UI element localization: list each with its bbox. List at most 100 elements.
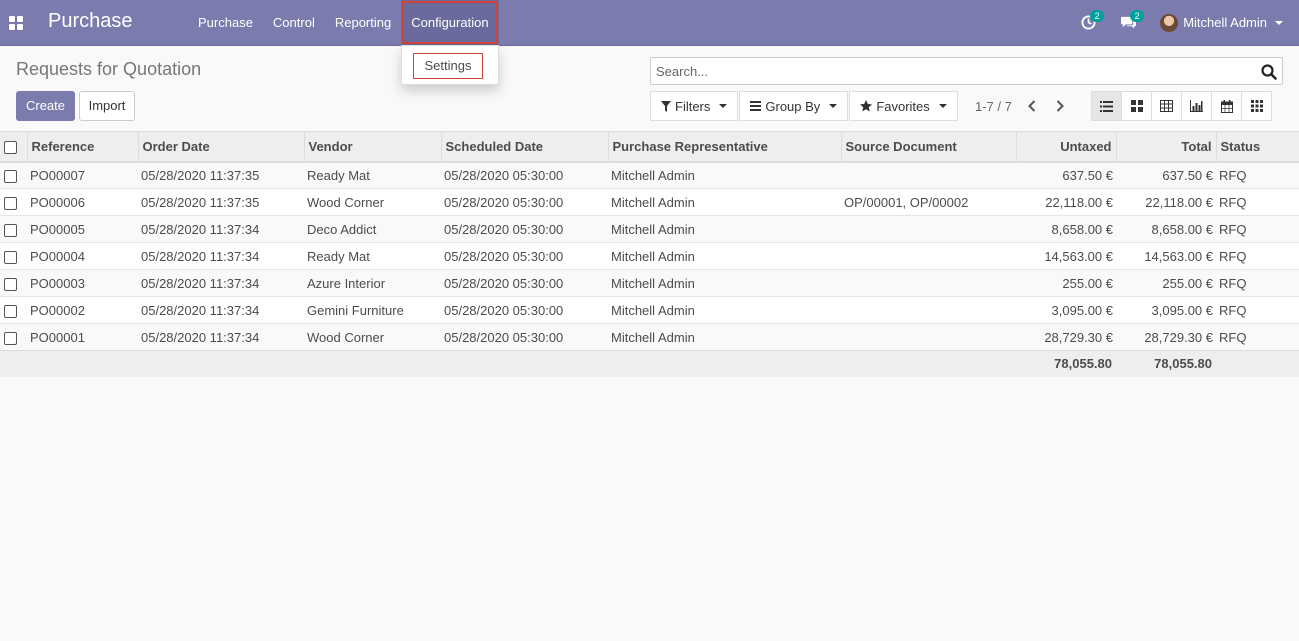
caret-down-icon xyxy=(938,104,947,108)
row-checkbox[interactable] xyxy=(4,196,17,210)
cell-total: 28,729.30 € xyxy=(1116,323,1216,351)
row-select-cell xyxy=(0,215,27,243)
list-icon xyxy=(1100,100,1113,112)
view-switcher xyxy=(1091,91,1272,121)
cell-representative: Mitchell Admin xyxy=(608,323,841,351)
column-header-vendor[interactable]: Vendor xyxy=(303,131,441,163)
menu-control[interactable]: Control xyxy=(263,0,325,45)
user-menu[interactable]: Mitchell Admin xyxy=(1148,0,1299,45)
cell-reference: PO00007 xyxy=(27,161,138,189)
filters-button[interactable]: Filters xyxy=(650,91,739,121)
cell-total: 22,118.00 € xyxy=(1116,188,1216,216)
column-header-purchase-representative[interactable]: Purchase Representative xyxy=(607,131,841,163)
list-view-button[interactable] xyxy=(1091,91,1122,121)
column-header-order-date[interactable]: Order Date xyxy=(137,131,304,163)
row-checkbox[interactable] xyxy=(4,169,17,183)
select-all-checkbox[interactable] xyxy=(4,140,17,154)
row-checkbox[interactable] xyxy=(4,304,17,318)
import-button[interactable]: Import xyxy=(79,91,135,121)
cell-reference: PO00003 xyxy=(27,269,138,297)
totals-row: 78,055.80 78,055.80 xyxy=(0,350,1299,377)
table-row[interactable]: PO00001 05/28/2020 11:37:34 Wood Corner … xyxy=(0,323,1299,351)
calendar-view-button[interactable] xyxy=(1211,91,1242,121)
cell-source-document xyxy=(841,242,1016,270)
cell-representative: Mitchell Admin xyxy=(608,269,841,297)
column-header-untaxed[interactable]: Untaxed xyxy=(1015,131,1116,163)
caret-down-icon xyxy=(1275,20,1283,25)
cell-vendor: Ready Mat xyxy=(304,242,441,270)
activity-view-button[interactable] xyxy=(1241,91,1272,121)
cell-total: 637.50 € xyxy=(1116,161,1216,189)
cell-scheduled-date: 05/28/2020 05:30:00 xyxy=(441,296,608,324)
totals-status-spacer xyxy=(1216,350,1299,377)
table-row[interactable]: PO00003 05/28/2020 11:37:34 Azure Interi… xyxy=(0,269,1299,297)
pager-previous-icon[interactable] xyxy=(1024,96,1040,116)
row-checkbox[interactable] xyxy=(4,223,17,237)
bars-icon xyxy=(750,101,762,111)
cell-reference: PO00005 xyxy=(27,215,138,243)
cell-source-document xyxy=(841,296,1016,324)
pager-next-icon[interactable] xyxy=(1052,96,1068,116)
table-row[interactable]: PO00007 05/28/2020 11:37:35 Ready Mat 05… xyxy=(0,161,1299,189)
create-button[interactable]: Create xyxy=(16,91,75,121)
menu-reporting[interactable]: Reporting xyxy=(325,0,401,45)
menu-purchase[interactable]: Purchase xyxy=(188,0,263,45)
cell-status: RFQ xyxy=(1216,215,1299,243)
kanban-view-button[interactable] xyxy=(1121,91,1152,121)
group-by-button[interactable]: Group By xyxy=(739,91,849,121)
graph-view-button[interactable] xyxy=(1181,91,1212,121)
cell-source-document xyxy=(841,215,1016,243)
favorites-button[interactable]: Favorites xyxy=(849,91,958,121)
cell-representative: Mitchell Admin xyxy=(608,296,841,324)
cell-order-date: 05/28/2020 11:37:35 xyxy=(138,161,304,189)
cell-total: 8,658.00 € xyxy=(1116,215,1216,243)
filter-icon xyxy=(661,100,671,112)
activities-button[interactable]: 2 xyxy=(1068,0,1108,45)
systray: 2 2 Mitchell Admin xyxy=(1068,0,1299,45)
column-header-source-document[interactable]: Source Document xyxy=(840,131,1016,163)
column-header-total[interactable]: Total xyxy=(1115,131,1216,163)
menu-configuration[interactable]: Configuration xyxy=(401,0,499,45)
cell-status: RFQ xyxy=(1216,323,1299,351)
apps-menu-icon[interactable] xyxy=(9,16,23,30)
column-header-reference[interactable]: Reference xyxy=(26,131,138,163)
search-box xyxy=(650,57,1283,85)
table-row[interactable]: PO00006 05/28/2020 11:37:35 Wood Corner … xyxy=(0,188,1299,216)
messages-button[interactable]: 2 xyxy=(1108,0,1148,45)
table-icon xyxy=(1160,100,1173,112)
cell-untaxed: 637.50 € xyxy=(1016,161,1116,189)
table-row[interactable]: PO00005 05/28/2020 11:37:34 Deco Addict … xyxy=(0,215,1299,243)
caret-down-icon xyxy=(829,104,838,108)
avatar xyxy=(1160,13,1179,32)
row-select-cell xyxy=(0,323,27,351)
settings-menu-item[interactable]: Settings xyxy=(413,53,483,79)
cell-source-document xyxy=(841,161,1016,189)
kanban-icon xyxy=(1130,100,1143,112)
search-icon[interactable] xyxy=(1260,63,1278,81)
column-header-scheduled-date[interactable]: Scheduled Date xyxy=(440,131,608,163)
table-row[interactable]: PO00002 05/28/2020 11:37:34 Gemini Furni… xyxy=(0,296,1299,324)
row-select-cell xyxy=(0,188,27,216)
cell-source-document xyxy=(841,323,1016,351)
search-input[interactable] xyxy=(656,64,1246,79)
page-title: Requests for Quotation xyxy=(16,59,202,79)
cell-untaxed: 8,658.00 € xyxy=(1016,215,1116,243)
cell-scheduled-date: 05/28/2020 05:30:00 xyxy=(441,323,608,351)
table-header: Reference Order Date Vendor Scheduled Da… xyxy=(0,131,1299,163)
app-title[interactable]: Purchase xyxy=(48,10,133,33)
table-row[interactable]: PO00004 05/28/2020 11:37:34 Ready Mat 05… xyxy=(0,242,1299,270)
row-checkbox[interactable] xyxy=(4,331,17,345)
top-navbar: Purchase Purchase Control Reporting Conf… xyxy=(0,0,1299,46)
pager-value[interactable]: 1-7 / 7 xyxy=(975,99,1012,114)
cell-status: RFQ xyxy=(1216,296,1299,324)
cell-reference: PO00004 xyxy=(27,242,138,270)
row-checkbox[interactable] xyxy=(4,250,17,264)
cell-untaxed: 14,563.00 € xyxy=(1016,242,1116,270)
pivot-view-button[interactable] xyxy=(1151,91,1182,121)
cell-representative: Mitchell Admin xyxy=(608,161,841,189)
column-header-status[interactable]: Status xyxy=(1215,131,1299,163)
cell-vendor: Wood Corner xyxy=(304,188,441,216)
cell-total: 14,563.00 € xyxy=(1116,242,1216,270)
activities-badge: 2 xyxy=(1090,10,1105,22)
row-checkbox[interactable] xyxy=(4,277,17,291)
